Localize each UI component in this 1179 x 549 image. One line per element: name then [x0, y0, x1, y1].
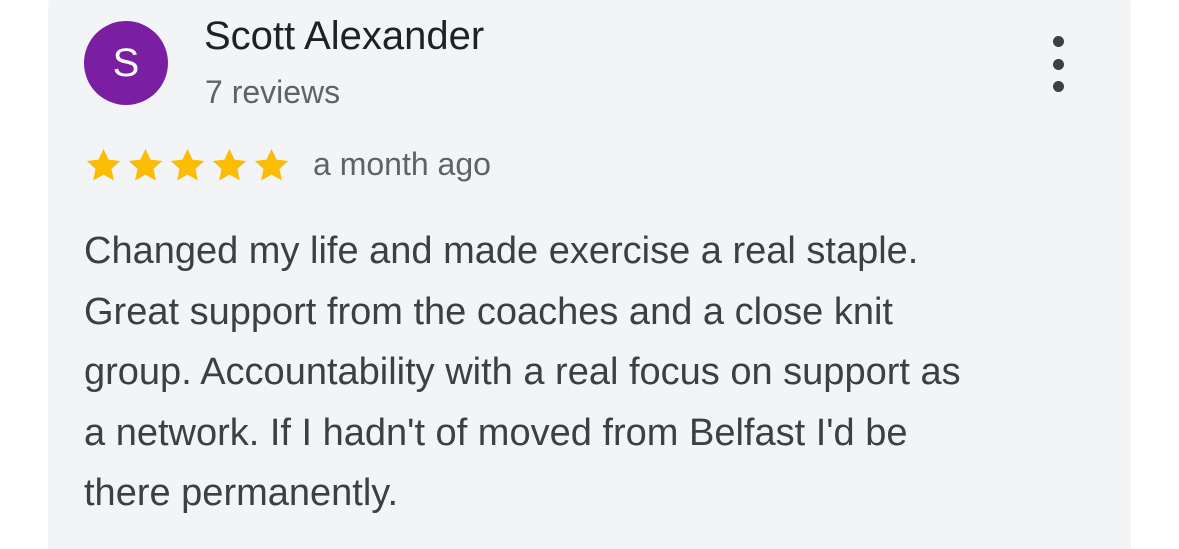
avatar[interactable]: S [84, 21, 168, 105]
more-vert-icon-dot [1052, 36, 1064, 47]
reviewer-name[interactable]: Scott Alexander [204, 14, 484, 59]
review-text: Changed my life and made exercise a real… [84, 221, 1094, 524]
star-icon [212, 148, 247, 181]
review-text-line: Great support from the coaches and a clo… [84, 290, 893, 333]
more-vert-icon-dot [1052, 81, 1064, 92]
review-text-line: Changed my life and made exercise a real… [84, 230, 919, 272]
review-date: a month ago [313, 146, 491, 182]
star-rating [84, 146, 291, 185]
reviewer-review-count: 7 reviews [205, 74, 341, 110]
review-text-line: group. Accountability with a real focus … [84, 351, 961, 393]
star-icon [254, 148, 289, 181]
star-icon [86, 148, 121, 181]
more-vert-icon-dot [1052, 58, 1064, 70]
more-options-button[interactable] [1036, 36, 1080, 92]
star-icon [170, 148, 205, 181]
review-text-line: a network. If I hadn't of moved from Bel… [84, 411, 908, 454]
avatar-initial: S [112, 40, 140, 85]
star-icon [128, 148, 163, 181]
review-text-line: there permanently. [84, 472, 399, 514]
